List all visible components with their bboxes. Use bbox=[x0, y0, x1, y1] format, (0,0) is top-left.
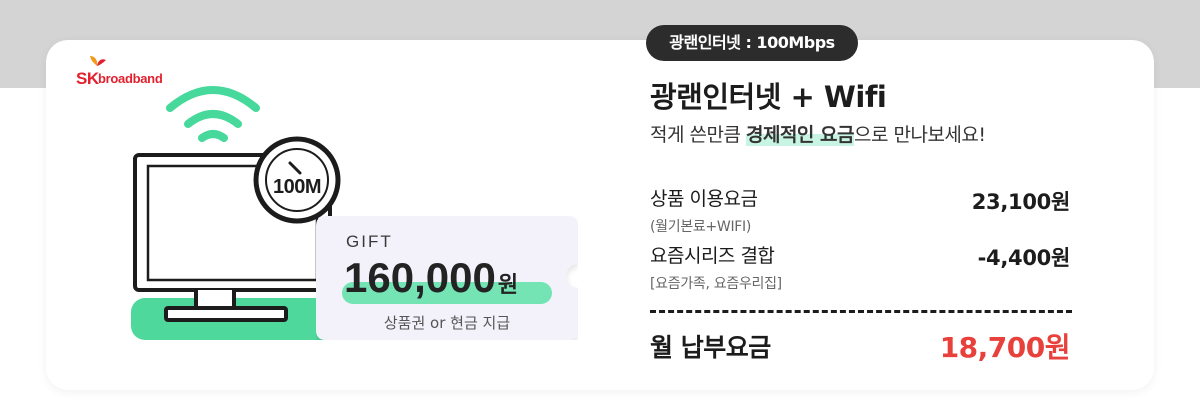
discount-row-label: 요즘시리즈 결합 bbox=[650, 245, 775, 267]
subtitle-before: 적게 쓴만큼 bbox=[650, 124, 746, 146]
fee-row-value: 23,100원 bbox=[971, 190, 1071, 214]
speed-badge: 광랜인터넷 : 100Mbps bbox=[646, 25, 858, 61]
fee-row-sublabel: (월기본료+WIFI) bbox=[650, 219, 752, 235]
gift-amount-value: 160,000 bbox=[344, 254, 496, 301]
gift-ticket: GIFT 160,000원 상품권 or 현금 지급 bbox=[316, 216, 578, 340]
discount-row-sublabel: [요즘가족, 요즘우리집] bbox=[650, 276, 782, 292]
total-value: 18,700원 bbox=[939, 331, 1071, 364]
subtitle-after: 으로 만나보세요! bbox=[853, 124, 986, 146]
wifi-icon bbox=[166, 86, 260, 142]
total-label: 월 납부요금 bbox=[650, 333, 771, 362]
gift-amount-currency: 원 bbox=[497, 272, 519, 297]
gift-payment-note: 상품권 or 현금 지급 bbox=[383, 314, 511, 332]
fee-row-label: 상품 이용요금 bbox=[650, 188, 758, 210]
gift-amount: 160,000원 bbox=[344, 254, 518, 302]
subtitle-highlight: 경제적인 요금 bbox=[745, 124, 854, 146]
gift-label: GIFT bbox=[346, 232, 393, 251]
speed-gauge-label: 100M bbox=[272, 176, 322, 198]
plan-subtitle: 적게 쓴만큼 경제적인 요금으로 만나보세요! bbox=[650, 120, 986, 147]
discount-row-value: -4,400원 bbox=[977, 246, 1071, 270]
plan-title: 광랜인터넷 + Wifi bbox=[650, 80, 887, 114]
logo-sk-text: SK bbox=[76, 69, 99, 88]
dashed-divider bbox=[650, 310, 1072, 313]
